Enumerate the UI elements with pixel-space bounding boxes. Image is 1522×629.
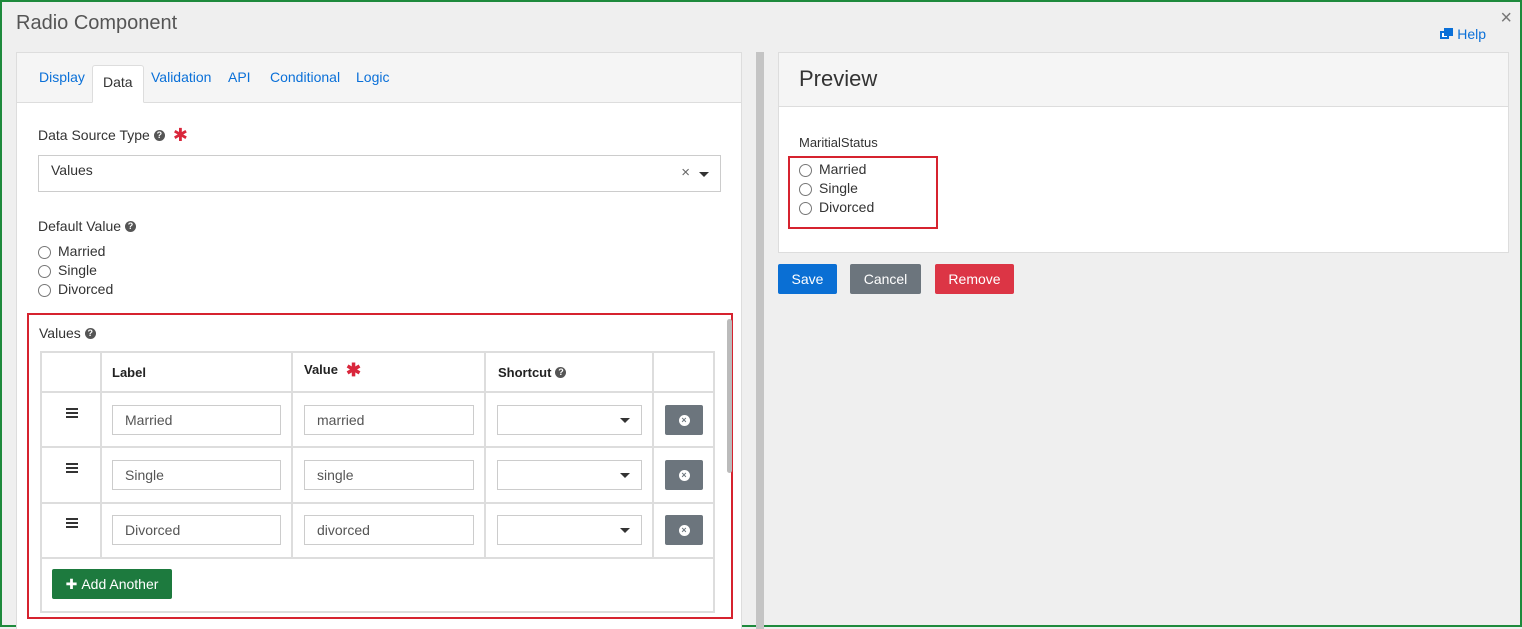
edit-panel: Display Data Validation API Conditional … — [16, 52, 742, 629]
values-section: Values ? Label Value ✱ Shortcut ? Marrie… — [27, 313, 733, 619]
tab-validation[interactable]: Validation — [151, 69, 211, 85]
remove-circle-icon: × — [678, 414, 690, 426]
question-icon[interactable]: ? — [555, 367, 567, 378]
header-shortcut: Shortcut ? — [498, 365, 567, 380]
component-dialog: Radio Component × Help Display Data Vali… — [0, 0, 1522, 629]
radio-button[interactable] — [799, 182, 812, 196]
preview-panel: Preview MaritialStatus Married Single Di… — [778, 52, 1509, 253]
values-grid: Label Value ✱ Shortcut ? × — [40, 351, 715, 613]
header-label: Label — [112, 365, 146, 380]
default-value-label: Default Value ? — [38, 218, 137, 234]
preview-header: Preview — [779, 53, 1508, 107]
radio-button[interactable] — [799, 163, 812, 177]
preview-radio-single[interactable]: Single — [799, 180, 858, 196]
default-radio-single[interactable]: Single — [38, 262, 97, 278]
help-link[interactable]: Help — [1440, 26, 1486, 42]
chevron-down-icon — [620, 528, 630, 533]
add-another-button[interactable]: ✚ Add Another — [52, 569, 172, 599]
dialog-title: Radio Component — [16, 12, 178, 34]
default-radio-married[interactable]: Married — [38, 243, 105, 259]
data-source-type-label: Data Source Type ? ✱ — [38, 125, 188, 145]
values-text: Values — [39, 325, 81, 341]
drag-handle-icon[interactable] — [66, 463, 78, 473]
row-label-input[interactable] — [112, 405, 281, 435]
radio-label: Divorced — [58, 281, 114, 297]
tab-display[interactable]: Display — [39, 69, 85, 85]
tab-api[interactable]: API — [228, 69, 251, 85]
remove-row-button[interactable]: × — [665, 460, 703, 490]
radio-label: Married — [819, 161, 867, 177]
required-star-icon: ✱ — [345, 359, 362, 380]
plus-icon: ✚ — [65, 575, 78, 592]
question-icon[interactable]: ? — [125, 220, 137, 232]
remove-row-button[interactable]: × — [665, 405, 703, 435]
default-radio-divorced[interactable]: Divorced — [38, 281, 113, 297]
chevron-down-icon — [620, 418, 630, 423]
preview-radio-divorced[interactable]: Divorced — [799, 199, 874, 215]
radio-button[interactable] — [38, 264, 51, 278]
preview-radio-married[interactable]: Married — [799, 161, 866, 177]
row-value-input[interactable] — [304, 405, 474, 435]
radio-label: Single — [819, 180, 858, 196]
scrollbar[interactable] — [727, 319, 732, 473]
radio-button[interactable] — [38, 283, 51, 297]
panel-resize-handle[interactable] — [756, 52, 764, 629]
row-label-input[interactable] — [112, 515, 281, 545]
row-shortcut-select[interactable] — [497, 515, 642, 545]
row-label-input[interactable] — [112, 460, 281, 490]
chevron-down-icon — [699, 172, 709, 177]
row-shortcut-select[interactable] — [497, 460, 642, 490]
radio-button[interactable] — [799, 201, 812, 215]
preview-title: Preview — [799, 66, 878, 91]
radio-label: Married — [58, 243, 106, 259]
remove-circle-icon: × — [678, 469, 690, 481]
values-label: Values ? — [39, 325, 96, 341]
required-star-icon: ✱ — [172, 125, 188, 145]
chevron-down-icon — [620, 473, 630, 478]
question-icon[interactable]: ? — [84, 327, 96, 339]
remove-circle-icon: × — [678, 524, 690, 536]
drag-handle-icon[interactable] — [66, 408, 78, 418]
tab-data[interactable]: Data — [92, 65, 144, 103]
data-source-type-select[interactable]: Values × — [38, 155, 721, 192]
radio-label: Divorced — [819, 199, 875, 215]
close-icon[interactable]: × — [1500, 6, 1512, 30]
data-source-type-text: Data Source Type — [38, 127, 150, 143]
drag-handle-icon[interactable] — [66, 518, 78, 528]
tab-conditional[interactable]: Conditional — [270, 69, 340, 85]
external-link-icon — [1440, 28, 1454, 40]
question-icon[interactable]: ? — [153, 129, 165, 141]
clear-icon[interactable]: × — [681, 164, 690, 181]
row-shortcut-select[interactable] — [497, 405, 642, 435]
row-value-input[interactable] — [304, 515, 474, 545]
header-value: Value ✱ — [304, 359, 362, 380]
cancel-button[interactable]: Cancel — [850, 264, 921, 294]
help-label: Help — [1457, 26, 1486, 42]
data-source-type-value: Values — [51, 162, 93, 178]
add-another-label: Add Another — [81, 576, 159, 592]
remove-button[interactable]: Remove — [935, 264, 1014, 294]
header-shortcut-text: Shortcut — [498, 365, 552, 380]
preview-field-label: MaritialStatus — [799, 135, 878, 150]
header-value-text: Value — [304, 362, 338, 377]
tab-bar: Display Data Validation API Conditional … — [17, 53, 741, 103]
remove-row-button[interactable]: × — [665, 515, 703, 545]
default-value-text: Default Value — [38, 218, 122, 234]
radio-button[interactable] — [38, 245, 51, 259]
radio-label: Single — [58, 262, 97, 278]
save-button[interactable]: Save — [778, 264, 837, 294]
row-value-input[interactable] — [304, 460, 474, 490]
tab-logic[interactable]: Logic — [356, 69, 389, 85]
